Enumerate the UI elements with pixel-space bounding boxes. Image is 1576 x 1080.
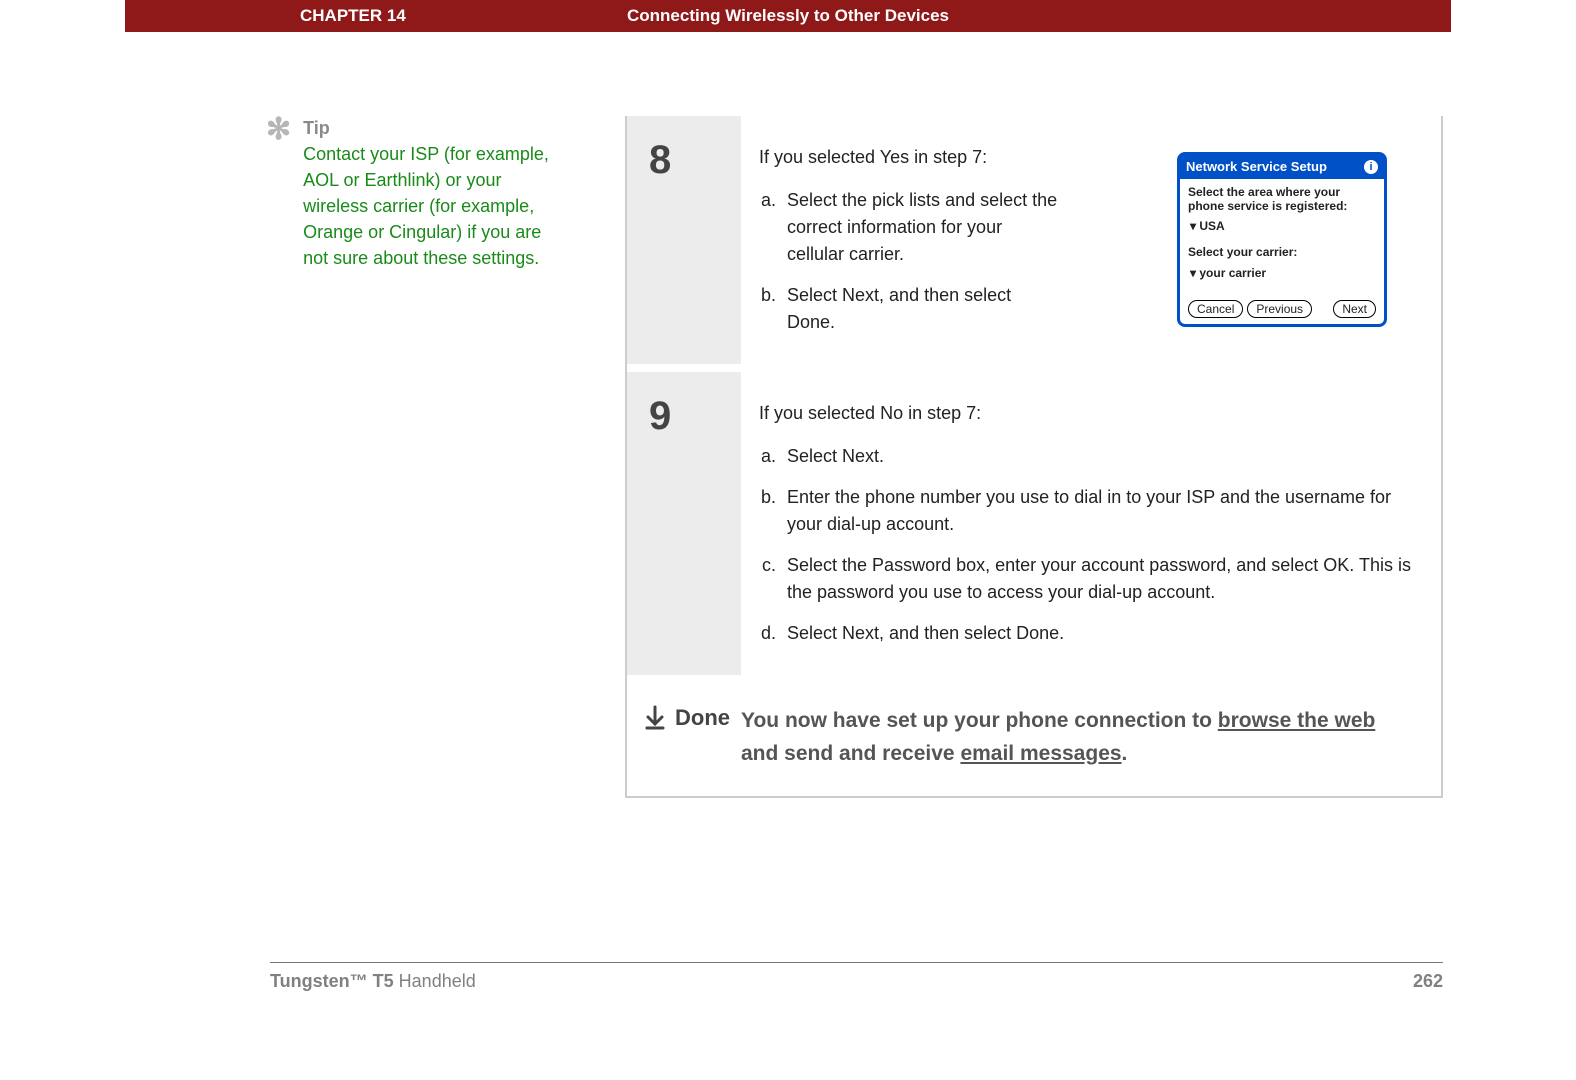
product-name: Tungsten™ T5 Handheld xyxy=(270,971,476,992)
step-number: 8 xyxy=(627,116,741,364)
done-body: You now have set up your phone connectio… xyxy=(741,683,1441,796)
tip-label: Tip xyxy=(303,118,565,139)
done-row: Done You now have set up your phone conn… xyxy=(627,683,1441,796)
step-intro: If you selected No in step 7: xyxy=(759,400,1417,427)
device-cancel-button[interactable]: Cancel xyxy=(1188,300,1243,318)
step-9: 9 If you selected No in step 7: Select N… xyxy=(627,372,1441,683)
page-number: 262 xyxy=(1413,971,1443,992)
chapter-title: Connecting Wirelessly to Other Devices xyxy=(125,6,1451,26)
device-carrier-label: Select your carrier: xyxy=(1188,245,1376,259)
step-item: Select Next, and then select Done. xyxy=(781,620,1417,647)
arrow-down-icon xyxy=(645,705,665,731)
step-item: Select Next, and then select Done. xyxy=(781,282,1061,336)
device-screenshot: Network Service Setup i Select the area … xyxy=(1177,152,1387,327)
device-area-label: Select the area where your phone service… xyxy=(1188,185,1376,214)
step-item: Select the pick lists and select the cor… xyxy=(781,187,1061,268)
steps-panel: 8 If you selected Yes in step 7: Select … xyxy=(625,116,1443,798)
email-messages-link[interactable]: email messages xyxy=(960,742,1121,765)
device-previous-button[interactable]: Previous xyxy=(1247,300,1312,318)
device-title: Network Service Setup xyxy=(1186,157,1327,177)
device-area-picklist[interactable]: USA xyxy=(1190,217,1376,235)
step-item: Select the Password box, enter your acco… xyxy=(781,552,1417,606)
tip-sidebar: ✻ Tip Contact your ISP (for example, AOL… xyxy=(270,118,565,271)
step-item: Select Next. xyxy=(781,443,1417,470)
done-label: Done xyxy=(675,705,730,731)
footer: Tungsten™ T5 Handheld 262 xyxy=(270,962,1443,992)
step-item: Enter the phone number you use to dial i… xyxy=(781,484,1417,538)
info-icon: i xyxy=(1364,160,1378,174)
device-carrier-picklist[interactable]: your carrier xyxy=(1190,264,1376,282)
device-next-button[interactable]: Next xyxy=(1333,300,1376,318)
step-8: 8 If you selected Yes in step 7: Select … xyxy=(627,116,1441,372)
step-intro: If you selected Yes in step 7: xyxy=(759,144,1157,171)
browse-web-link[interactable]: browse the web xyxy=(1218,709,1376,732)
tip-body: Contact your ISP (for example, AOL or Ea… xyxy=(303,141,565,271)
asterisk-icon: ✻ xyxy=(266,118,291,142)
step-number: 9 xyxy=(627,372,741,675)
header-bar: CHAPTER 14 Connecting Wirelessly to Othe… xyxy=(125,0,1451,32)
